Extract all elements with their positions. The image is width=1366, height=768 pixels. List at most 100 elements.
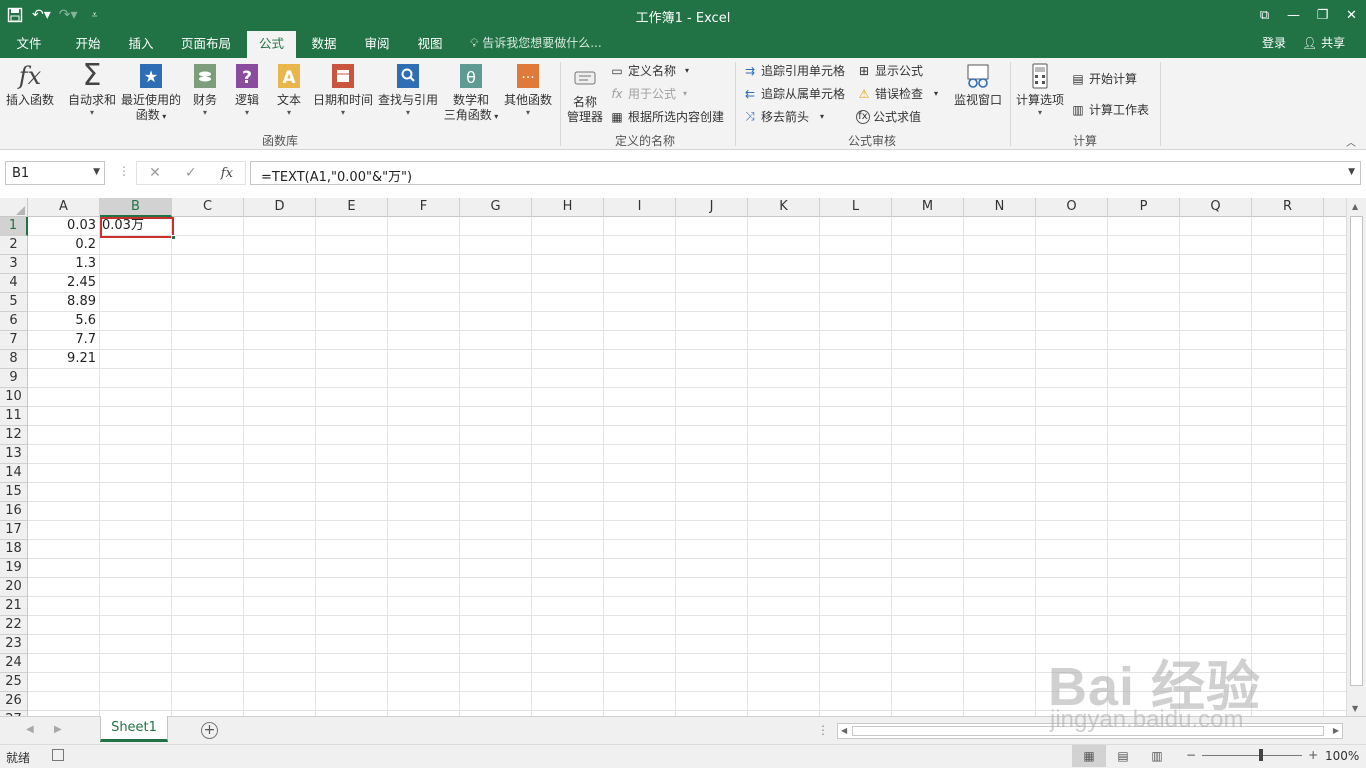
column-header-n[interactable]: N (964, 198, 1036, 217)
row-header-17[interactable]: 17 (0, 521, 28, 540)
insert-function-button[interactable]: fx 插入函数 (4, 62, 56, 108)
close-icon[interactable]: ✕ (1337, 0, 1366, 31)
page-break-view-icon[interactable]: ▥ (1140, 745, 1174, 767)
tell-me-box[interactable]: 💡︎ 告诉我您想要做什么... (470, 31, 602, 58)
row-header-14[interactable]: 14 (0, 464, 28, 483)
column-header-h[interactable]: H (532, 198, 604, 217)
restore-icon[interactable]: ❐ (1308, 0, 1337, 31)
cell-area[interactable]: 0.03 0.2 1.3 2.45 8.89 5.6 7.7 9.21 0.03万 (28, 217, 1346, 716)
cell-a4[interactable]: 2.45 (28, 274, 98, 293)
fill-handle[interactable] (171, 235, 176, 240)
share-button[interactable]: 👤︎ 共享 (1302, 31, 1345, 56)
cell-a2[interactable]: 0.2 (28, 236, 98, 255)
calculate-now-button[interactable]: ▤ 开始计算 (1070, 70, 1137, 87)
row-header-4[interactable]: 4 (0, 274, 28, 293)
math-trig-button[interactable]: θ 数学和 三角函数 ▾ (440, 62, 502, 124)
scroll-up-icon[interactable]: ▲ (1352, 202, 1358, 211)
calculate-sheet-button[interactable]: ▥ 计算工作表 (1070, 101, 1149, 118)
row-header-9[interactable]: 9 (0, 369, 28, 388)
tab-split-handle-icon[interactable]: ⋮ (817, 723, 829, 737)
tab-file[interactable]: 文件 (6, 31, 52, 58)
chevron-down-icon[interactable]: ▼ (93, 167, 100, 177)
row-header-3[interactable]: 3 (0, 255, 28, 274)
add-sheet-icon[interactable]: + (201, 722, 218, 739)
text-functions-button[interactable]: A 文本 ▾ (272, 62, 306, 117)
name-box[interactable]: B1 ▼ (5, 161, 105, 185)
row-header-6[interactable]: 6 (0, 312, 28, 331)
sheet-tab-sheet1[interactable]: Sheet1 (100, 716, 168, 742)
scroll-down-icon[interactable]: ▼ (1352, 704, 1358, 713)
horizontal-scroll-thumb[interactable] (852, 726, 1324, 736)
error-checking-button[interactable]: ⚠︎ 错误检查 ▾ (856, 85, 938, 102)
tab-page-layout[interactable]: 页面布局 (172, 31, 240, 58)
column-header-j[interactable]: J (676, 198, 748, 217)
recently-used-button[interactable]: ★ 最近使用的 函数 ▾ (120, 62, 182, 124)
row-header-24[interactable]: 24 (0, 654, 28, 673)
next-sheet-icon[interactable]: ▶ (54, 724, 62, 735)
column-header-k[interactable]: K (748, 198, 820, 217)
collapse-ribbon-icon[interactable]: ︿ (1346, 134, 1356, 149)
page-layout-view-icon[interactable]: ▤ (1106, 745, 1140, 767)
row-header-1[interactable]: 1 (0, 217, 28, 236)
row-header-13[interactable]: 13 (0, 445, 28, 464)
row-header-10[interactable]: 10 (0, 388, 28, 407)
column-header-f[interactable]: F (388, 198, 460, 217)
column-header-m[interactable]: M (892, 198, 964, 217)
row-header-11[interactable]: 11 (0, 407, 28, 426)
date-time-button[interactable]: 日期和时间 ▾ (310, 62, 376, 117)
ribbon-display-options-icon[interactable]: ⧉ (1250, 0, 1279, 31)
vertical-scroll-thumb[interactable] (1350, 216, 1363, 686)
row-header-15[interactable]: 15 (0, 483, 28, 502)
column-header-l[interactable]: L (820, 198, 892, 217)
zoom-slider[interactable]: − + (1186, 748, 1318, 762)
row-header-23[interactable]: 23 (0, 635, 28, 654)
cell-a8[interactable]: 9.21 (28, 350, 98, 369)
cell-a7[interactable]: 7.7 (28, 331, 98, 350)
row-header-21[interactable]: 21 (0, 597, 28, 616)
column-header-r[interactable]: R (1252, 198, 1324, 217)
vertical-scrollbar[interactable]: ▲ ▼ (1346, 198, 1366, 718)
autosum-button[interactable]: Σ 自动求和 ▾ (64, 61, 120, 118)
row-header-26[interactable]: 26 (0, 692, 28, 711)
zoom-in-icon[interactable]: + (1308, 748, 1318, 762)
row-header-5[interactable]: 5 (0, 293, 28, 312)
name-manager-button[interactable]: 名称 管理器 (564, 64, 606, 125)
create-from-selection-button[interactable]: ▦ 根据所选内容创建 (609, 108, 724, 125)
zoom-knob[interactable] (1259, 749, 1264, 761)
zoom-level[interactable]: 100% (1325, 749, 1359, 763)
financial-button[interactable]: 财务 ▾ (188, 62, 222, 117)
define-name-button[interactable]: ▭ 定义名称 ▾ (609, 62, 689, 79)
expand-formula-bar-icon[interactable]: ▼ (1348, 167, 1355, 177)
scroll-left-icon[interactable]: ◀ (841, 726, 847, 735)
select-all-button[interactable] (0, 198, 28, 217)
cell-a3[interactable]: 1.3 (28, 255, 98, 274)
row-header-19[interactable]: 19 (0, 559, 28, 578)
column-header-c[interactable]: C (172, 198, 244, 217)
enter-icon[interactable]: ✓ (185, 165, 197, 181)
column-header-q[interactable]: Q (1180, 198, 1252, 217)
insert-function-icon[interactable]: fx (221, 166, 233, 181)
row-header-2[interactable]: 2 (0, 236, 28, 255)
row-header-22[interactable]: 22 (0, 616, 28, 635)
formula-input[interactable]: =TEXT(A1,"0.00"&"万") ▼ (250, 161, 1361, 185)
column-header-i[interactable]: I (604, 198, 676, 217)
column-header-d[interactable]: D (244, 198, 316, 217)
horizontal-scrollbar[interactable]: ◀ ▶ (837, 723, 1343, 739)
evaluate-formula-button[interactable]: fx 公式求值 (856, 108, 921, 125)
lookup-reference-button[interactable]: 查找与引用 ▾ (376, 62, 440, 117)
tab-review[interactable]: 审阅 (354, 31, 400, 58)
calculation-options-button[interactable]: 计算选项 ▾ (1014, 62, 1066, 117)
column-header-p[interactable]: P (1108, 198, 1180, 217)
use-in-formula-button[interactable]: fx 用于公式 ▾ (609, 85, 687, 102)
trace-dependents-button[interactable]: ⇇ 追踪从属单元格 (742, 85, 845, 102)
logical-button[interactable]: ? 逻辑 ▾ (230, 62, 264, 117)
tab-data[interactable]: 数据 (301, 31, 347, 58)
sign-in-link[interactable]: 登录 (1262, 31, 1286, 56)
row-header-25[interactable]: 25 (0, 673, 28, 692)
column-header-o[interactable]: O (1036, 198, 1108, 217)
minimize-icon[interactable]: — (1279, 0, 1308, 31)
zoom-track[interactable] (1202, 748, 1303, 762)
cell-a1[interactable]: 0.03 (28, 217, 98, 236)
row-header-20[interactable]: 20 (0, 578, 28, 597)
cell-a6[interactable]: 5.6 (28, 312, 98, 331)
